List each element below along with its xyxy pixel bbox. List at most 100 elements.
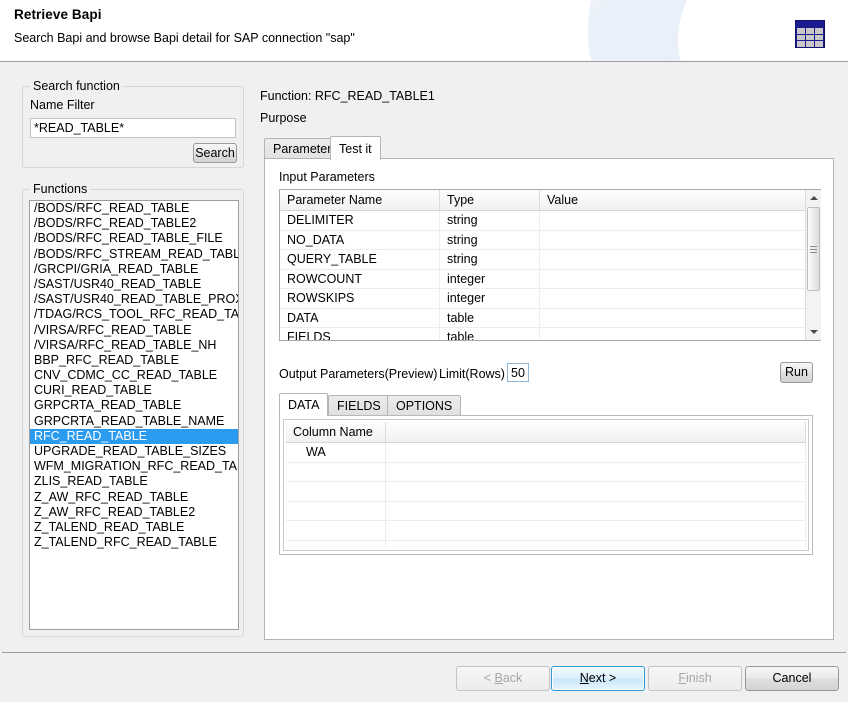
table-cell	[540, 231, 820, 250]
column-header[interactable]: Value	[540, 190, 820, 210]
purpose-label: Purpose	[260, 111, 307, 125]
list-item[interactable]: WFM_MIGRATION_RFC_READ_TABLE	[30, 459, 238, 474]
column-header[interactable]: Type	[440, 190, 540, 210]
finish-button-label: Finish	[678, 672, 711, 685]
table-cell	[386, 541, 806, 549]
table-cell	[540, 289, 820, 308]
list-item[interactable]: /BODS/RFC_READ_TABLE	[30, 201, 238, 216]
functions-group: Functions /BODS/RFC_READ_TABLE/BODS/RFC_…	[22, 189, 244, 637]
table-cell: WA	[286, 443, 386, 462]
list-item[interactable]: RFC_READ_TABLE	[30, 429, 238, 444]
table-cell	[540, 328, 820, 341]
table-cell	[286, 521, 386, 540]
subtab-fields[interactable]: FIELDS	[328, 395, 390, 415]
table-row[interactable]: QUERY_TABLEstring	[280, 250, 820, 270]
list-item[interactable]: BBP_RFC_READ_TABLE	[30, 353, 238, 368]
page-title: Retrieve Bapi	[14, 7, 102, 22]
table-cell: string	[440, 231, 540, 250]
cancel-button[interactable]: Cancel	[745, 666, 839, 691]
list-item[interactable]: /SAST/USR40_READ_TABLE	[30, 277, 238, 292]
table-cell	[386, 482, 806, 501]
table-cell	[386, 502, 806, 521]
table-cell: table	[440, 328, 540, 341]
table-row[interactable]	[286, 502, 806, 522]
table-cell	[386, 521, 806, 540]
list-item[interactable]: GRPCRTA_READ_TABLE_NAME	[30, 414, 238, 429]
scroll-down-icon[interactable]	[806, 324, 821, 340]
output-preview-frame: Column Name WA	[279, 415, 813, 555]
scrollbar-thumb[interactable]	[807, 207, 820, 291]
table-row[interactable]: NO_DATAstring	[280, 231, 820, 251]
functions-listbox[interactable]: /BODS/RFC_READ_TABLE/BODS/RFC_READ_TABLE…	[29, 200, 239, 630]
back-button[interactable]: < Back	[456, 666, 550, 691]
list-item[interactable]: CNV_CDMC_CC_READ_TABLE	[30, 368, 238, 383]
input-parameters-table[interactable]: Parameter NameTypeValue DELIMITERstringN…	[279, 189, 821, 341]
output-data-table[interactable]: Column Name WA	[286, 422, 806, 548]
table-row[interactable]: DATAtable	[280, 309, 820, 329]
table-body: DELIMITERstringNO_DATAstringQUERY_TABLEs…	[280, 211, 820, 341]
table-row[interactable]	[286, 541, 806, 549]
list-item[interactable]: Z_AW_RFC_READ_TABLE	[30, 490, 238, 505]
table-row[interactable]	[286, 482, 806, 502]
table-cell: FIELDS	[280, 328, 440, 341]
table-cell: string	[440, 250, 540, 269]
name-filter-input[interactable]	[30, 118, 236, 138]
table-cell	[540, 309, 820, 328]
table-row[interactable]: WA	[286, 443, 806, 463]
list-item[interactable]: Z_TALEND_READ_TABLE	[30, 520, 238, 535]
table-grid-icon	[795, 20, 825, 48]
column-header[interactable]: Column Name	[286, 422, 386, 442]
table-cell: integer	[440, 270, 540, 289]
list-item[interactable]: /BODS/RFC_STREAM_READ_TABLE	[30, 247, 238, 262]
table-row[interactable]: ROWSKIPSinteger	[280, 289, 820, 309]
dialog-header: Retrieve Bapi Search Bapi and browse Bap…	[0, 0, 848, 62]
list-item[interactable]: /SAST/USR40_READ_TABLE_PROXY	[30, 292, 238, 307]
list-item[interactable]: CURI_READ_TABLE	[30, 383, 238, 398]
search-button[interactable]: Search	[193, 143, 237, 163]
subtab-data[interactable]: DATA	[279, 393, 328, 416]
input-parameters-scrollbar[interactable]	[805, 190, 821, 340]
page-subtitle: Search Bapi and browse Bapi detail for S…	[14, 31, 355, 45]
subtab-options[interactable]: OPTIONS	[387, 395, 461, 415]
table-cell: integer	[440, 289, 540, 308]
table-row[interactable]: DELIMITERstring	[280, 211, 820, 231]
finish-button[interactable]: Finish	[648, 666, 742, 691]
list-item[interactable]: GRPCRTA_READ_TABLE	[30, 398, 238, 413]
table-cell: NO_DATA	[280, 231, 440, 250]
table-row[interactable]	[286, 521, 806, 541]
detail-tabstrip: Parameter Test it	[264, 136, 834, 158]
list-item[interactable]: /TDAG/RCS_TOOL_RFC_READ_TABLE	[30, 307, 238, 322]
table-cell: DELIMITER	[280, 211, 440, 230]
column-header[interactable]	[386, 422, 806, 442]
table-row[interactable]: FIELDStable	[280, 328, 820, 341]
output-preview-inner-frame: Column Name WA	[283, 419, 809, 551]
list-item[interactable]: /VIRSA/RFC_READ_TABLE_NH	[30, 338, 238, 353]
dialog-body: Search function Name Filter Search Funct…	[0, 62, 848, 652]
tab-parameter[interactable]: Parameter	[264, 138, 340, 158]
table-cell	[286, 541, 386, 549]
table-header-row: Column Name	[286, 422, 806, 443]
column-header[interactable]: Parameter Name	[280, 190, 440, 210]
list-item[interactable]: Z_AW_RFC_READ_TABLE2	[30, 505, 238, 520]
limit-rows-input[interactable]	[507, 363, 529, 382]
list-item[interactable]: /VIRSA/RFC_READ_TABLE	[30, 323, 238, 338]
function-name-label: Function: RFC_READ_TABLE1	[260, 89, 435, 103]
table-cell	[286, 463, 386, 482]
list-item[interactable]: /BODS/RFC_READ_TABLE_FILE	[30, 231, 238, 246]
list-item[interactable]: Z_TALEND_RFC_READ_TABLE	[30, 535, 238, 550]
next-button[interactable]: Next >	[551, 666, 645, 691]
tab-test-it[interactable]: Test it	[330, 136, 381, 160]
table-cell: ROWSKIPS	[280, 289, 440, 308]
list-item[interactable]: /GRCPI/GRIA_READ_TABLE	[30, 262, 238, 277]
table-cell	[286, 502, 386, 521]
table-cell	[286, 482, 386, 501]
list-item[interactable]: /BODS/RFC_READ_TABLE2	[30, 216, 238, 231]
list-item[interactable]: UPGRADE_READ_TABLE_SIZES	[30, 444, 238, 459]
run-button[interactable]: Run	[780, 362, 813, 383]
next-button-label: Next >	[580, 672, 616, 685]
list-item[interactable]: ZLIS_READ_TABLE	[30, 474, 238, 489]
table-row[interactable]	[286, 463, 806, 483]
table-row[interactable]: ROWCOUNTinteger	[280, 270, 820, 290]
search-function-legend: Search function	[30, 79, 123, 93]
scroll-up-icon[interactable]	[806, 190, 821, 206]
